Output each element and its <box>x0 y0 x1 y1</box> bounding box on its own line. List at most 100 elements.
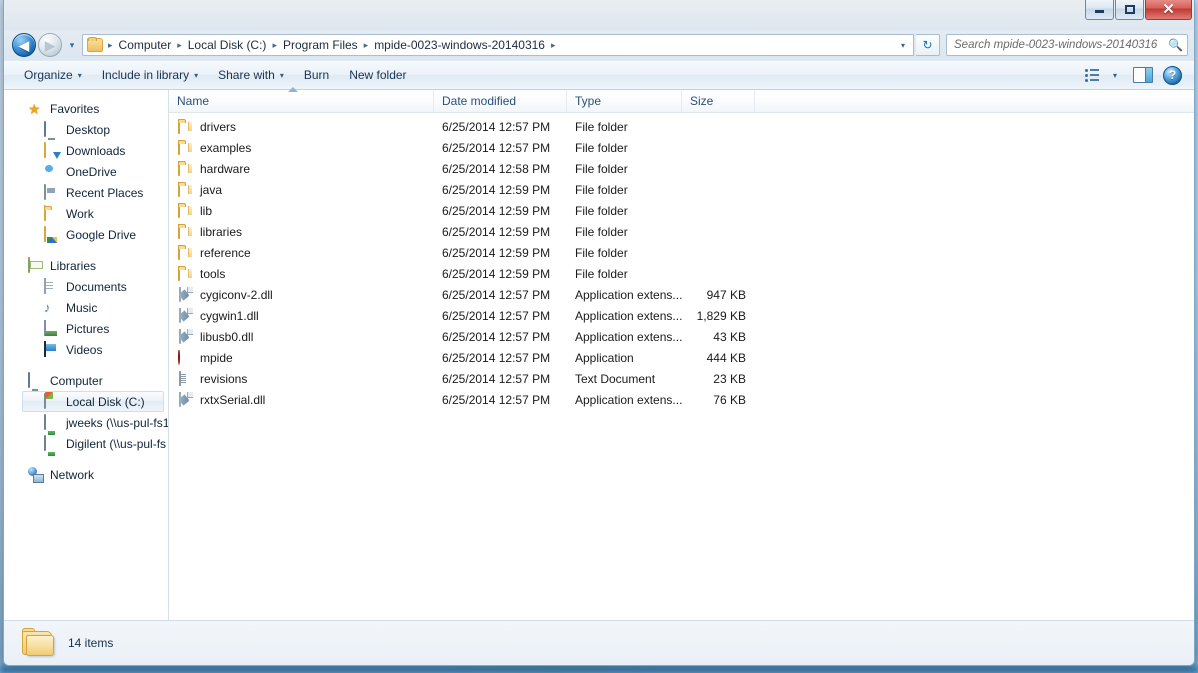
nav-group-computer: Computer Local Disk (C:) jweeks (\\us-pu… <box>4 370 168 454</box>
breadcrumb-item-computer[interactable]: Computer <box>116 36 175 54</box>
column-header-size[interactable]: Size <box>682 90 755 112</box>
file-list-pane: Name Date modified Type Size drivers 6/25… <box>169 87 1194 620</box>
breadcrumb-item-local-disk[interactable]: Local Disk (C:) <box>185 36 270 54</box>
sidebar-item-favorites[interactable]: ★ Favorites <box>4 98 168 119</box>
date-modified-cell: 6/25/2014 12:57 PM <box>442 119 551 134</box>
sidebar-item-work[interactable]: Work <box>4 203 168 224</box>
dll-icon <box>177 286 193 303</box>
table-row[interactable]: examples 6/25/2014 12:57 PM File folder <box>169 137 1194 158</box>
column-header-date-modified[interactable]: Date modified <box>434 90 567 112</box>
table-row[interactable]: tools 6/25/2014 12:59 PM File folder <box>169 263 1194 284</box>
file-name-cell: lib <box>169 202 434 219</box>
include-in-library-button[interactable]: Include in library ▾ <box>92 63 208 87</box>
sidebar-label: Recent Places <box>66 185 144 200</box>
sidebar-label: jweeks (\\us-pul-fs1 <box>66 415 168 430</box>
minimize-button[interactable] <box>1085 0 1114 20</box>
column-header-type[interactable]: Type <box>567 90 682 112</box>
file-name-cell: java <box>169 181 434 198</box>
nav-group-libraries: Libraries Documents ♪ Music Pictures Vid… <box>4 255 168 360</box>
type-cell: Text Document <box>575 371 656 386</box>
file-name-label: tools <box>200 266 226 281</box>
show-preview-pane-button[interactable] <box>1133 67 1153 83</box>
folder-icon <box>177 223 193 240</box>
share-with-button[interactable]: Share with ▾ <box>208 63 294 87</box>
table-row[interactable]: lib 6/25/2014 12:59 PM File folder <box>169 200 1194 221</box>
sidebar-item-google-drive[interactable]: Google Drive <box>4 224 168 245</box>
table-row[interactable]: mpide 6/25/2014 12:57 PM Application 444 KB <box>169 347 1194 368</box>
sidebar-item-libraries[interactable]: Libraries <box>4 255 168 276</box>
sidebar-item-downloads[interactable]: Downloads <box>4 140 168 161</box>
breadcrumb-item-mpide[interactable]: mpide-0023-windows-20140316 <box>371 36 548 54</box>
breadcrumb-item-program-files[interactable]: Program Files <box>280 36 361 54</box>
sidebar-item-onedrive[interactable]: OneDrive <box>4 161 168 182</box>
refresh-button[interactable]: ↻ <box>916 34 940 56</box>
help-button[interactable]: ? <box>1163 65 1182 85</box>
sidebar-item-desktop[interactable]: Desktop <box>4 119 168 140</box>
date-modified-cell: 6/25/2014 12:57 PM <box>442 140 551 155</box>
sidebar-item-documents[interactable]: Documents <box>4 276 168 297</box>
table-row[interactable]: rxtxSerial.dll 6/25/2014 12:57 PM Applicat… <box>169 389 1194 410</box>
file-name-cell: rxtxSerial.dll <box>169 391 434 408</box>
file-rows: drivers 6/25/2014 12:57 PM File folder exam… <box>169 113 1194 620</box>
file-name-label: java <box>200 182 223 197</box>
recent-pages-button[interactable]: ▾ <box>64 33 80 57</box>
sidebar-item-music[interactable]: ♪ Music <box>4 297 168 318</box>
organize-button[interactable]: Organize ▾ <box>14 63 92 87</box>
breadcrumb-separator: ▸ <box>272 39 277 50</box>
date-modified-cell: 6/25/2014 12:58 PM <box>442 161 551 176</box>
table-row[interactable]: revisions 6/25/2014 12:57 PM Text Document… <box>169 368 1194 389</box>
folder-icon <box>177 202 193 219</box>
file-name-cell: hardware <box>169 160 434 177</box>
sidebar-label: Desktop <box>66 122 111 137</box>
file-name-label: libraries <box>200 224 243 239</box>
table-row[interactable]: hardware 6/25/2014 12:58 PM File folder <box>169 158 1194 179</box>
table-row[interactable]: libusb0.dll 6/25/2014 12:57 PM Application… <box>169 326 1194 347</box>
breadcrumb[interactable]: ▸ Computer ▸ Local Disk (C:) ▸ Program F… <box>82 34 914 56</box>
change-view-dropdown[interactable]: ▾ <box>1103 66 1127 85</box>
table-row[interactable]: drivers 6/25/2014 12:57 PM File folder <box>169 116 1194 137</box>
sidebar-item-videos[interactable]: Videos <box>4 339 168 360</box>
chevron-down-icon: ▾ <box>279 70 284 80</box>
forward-button[interactable]: ▶ <box>38 33 62 57</box>
sidebar-item-computer[interactable]: Computer <box>4 370 168 391</box>
file-name-label: reference <box>200 245 251 260</box>
table-row[interactable]: libraries 6/25/2014 12:59 PM File folder <box>169 221 1194 242</box>
table-row[interactable]: reference 6/25/2014 12:59 PM File folder <box>169 242 1194 263</box>
table-row[interactable]: java 6/25/2014 12:59 PM File folder <box>169 179 1194 200</box>
change-view-button[interactable] <box>1081 66 1103 85</box>
sidebar-item-pictures[interactable]: Pictures <box>4 318 168 339</box>
breadcrumb-dropdown-button[interactable]: ▾ <box>895 35 911 55</box>
back-button[interactable]: ◀ <box>12 33 36 57</box>
date-modified-cell: 6/25/2014 12:59 PM <box>442 245 551 260</box>
forward-arrow-icon: ▶ <box>45 37 55 53</box>
table-row[interactable]: cygwin1.dll 6/25/2014 12:57 PM Application… <box>169 305 1194 326</box>
breadcrumb-separator: ▸ <box>108 39 113 50</box>
date-modified-cell: 6/25/2014 12:57 PM <box>442 371 551 386</box>
search-box[interactable]: Search mpide-0023-windows-20140316 🔍 <box>946 34 1188 56</box>
refresh-icon: ↻ <box>922 38 933 52</box>
new-folder-label: New folder <box>349 68 407 82</box>
sidebar-item-digilent-share[interactable]: Digilent (\\us-pul-fs <box>4 433 168 454</box>
breadcrumb-separator: ▸ <box>550 39 556 50</box>
table-row[interactable]: cygiconv-2.dll 6/25/2014 12:57 PM Applicat… <box>169 284 1194 305</box>
maximize-icon <box>1124 4 1135 14</box>
sidebar-item-local-disk[interactable]: Local Disk (C:) <box>22 391 164 412</box>
column-header-name[interactable]: Name <box>169 87 434 112</box>
sidebar-label: Pictures <box>66 321 110 336</box>
sidebar-item-network[interactable]: Network <box>4 464 168 485</box>
new-folder-button[interactable]: New folder <box>339 63 416 87</box>
onedrive-icon <box>44 164 60 180</box>
sidebar-label: Local Disk (C:) <box>66 394 145 409</box>
folder-icon <box>177 181 193 198</box>
maximize-button[interactable] <box>1115 0 1144 20</box>
burn-button[interactable]: Burn <box>294 63 339 87</box>
list-view-icon <box>1084 68 1099 82</box>
sidebar-item-recent-places[interactable]: Recent Places <box>4 182 168 203</box>
navigation-pane: ★ Favorites Desktop Downloads OneDrive R… <box>4 90 169 620</box>
sidebar-item-jweeks-share[interactable]: jweeks (\\us-pul-fs1 <box>4 412 168 433</box>
size-cell: 1,829 KB <box>696 308 746 323</box>
sidebar-label: OneDrive <box>66 164 117 179</box>
search-input[interactable]: Search mpide-0023-windows-20140316 <box>954 39 1168 51</box>
application-icon <box>177 349 193 366</box>
close-button[interactable]: ✕ <box>1145 0 1192 20</box>
